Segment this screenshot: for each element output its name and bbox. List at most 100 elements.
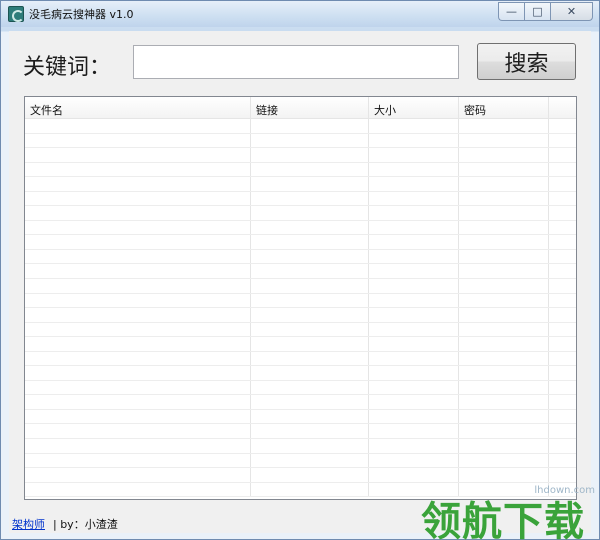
caption-buttons: — □ ✕ [498, 2, 593, 21]
window-title: 没毛病云搜神器 v1.0 [29, 8, 134, 21]
empty-list-row [25, 293, 576, 309]
empty-list-cell [459, 133, 549, 148]
architect-link[interactable]: 架构师 [12, 516, 45, 532]
empty-list-cell [459, 264, 549, 279]
empty-list-cell [459, 366, 549, 380]
empty-list-cell [369, 322, 459, 337]
empty-list-cell [369, 264, 459, 279]
empty-list-cell [369, 395, 459, 409]
empty-list-cell [25, 322, 251, 337]
column-header-size[interactable]: 大小 [369, 97, 459, 119]
minimize-button[interactable]: — [498, 2, 524, 21]
empty-list-cell [25, 308, 251, 322]
empty-list-cell [251, 424, 369, 439]
empty-list-row [25, 249, 576, 265]
empty-list-cell [25, 206, 251, 220]
empty-list-cell [251, 468, 369, 482]
empty-list-cell [459, 249, 549, 264]
empty-list-cell [459, 468, 549, 482]
empty-list-cell [459, 409, 549, 424]
empty-list-cell [549, 323, 576, 337]
empty-list-cell [369, 380, 459, 395]
empty-list-cell [459, 206, 549, 220]
column-header-password[interactable]: 密码 [459, 97, 549, 119]
empty-list-cell [251, 206, 369, 220]
column-header-filename[interactable]: 文件名 [25, 97, 251, 119]
empty-list-cell [549, 410, 576, 424]
empty-list-cell [25, 177, 251, 191]
client-area: 关键词： 搜索 文件名 链接 大小 密码 架构师 | by：小渣渣 [9, 31, 591, 533]
empty-list-cell [369, 409, 459, 424]
empty-list-cell [459, 162, 549, 177]
empty-list-cell [459, 439, 549, 453]
maximize-button[interactable]: □ [524, 2, 550, 21]
empty-list-cell [251, 337, 369, 351]
results-header: 文件名 链接 大小 密码 [25, 97, 576, 119]
empty-list-cell [251, 279, 369, 293]
app-logo-icon[interactable] [8, 6, 24, 22]
empty-list-cell [549, 424, 576, 438]
empty-list-row [25, 366, 576, 381]
empty-list-cell [25, 249, 251, 264]
empty-list-cell [369, 439, 459, 453]
empty-list-cell [459, 424, 549, 439]
empty-list-cell [251, 235, 369, 249]
empty-list-cell [459, 308, 549, 322]
empty-list-cell [25, 395, 251, 409]
empty-list-cell [369, 249, 459, 264]
empty-list-cell [549, 221, 576, 235]
empty-list-row [25, 482, 576, 498]
keyword-input[interactable] [133, 45, 459, 79]
column-header-link[interactable]: 链接 [251, 97, 369, 119]
empty-list-cell [549, 454, 576, 468]
empty-list-cell [251, 119, 369, 133]
empty-list-cell [459, 322, 549, 337]
empty-list-cell [369, 308, 459, 322]
empty-list-row [25, 322, 576, 338]
empty-list-cell [549, 206, 576, 220]
empty-list-cell [251, 249, 369, 264]
empty-list-row [25, 395, 576, 410]
empty-list-cell [25, 119, 251, 133]
empty-list-cell [459, 279, 549, 293]
close-button[interactable]: ✕ [550, 2, 593, 21]
empty-list-cell [549, 366, 576, 380]
empty-list-row [25, 351, 576, 367]
empty-list-cell [25, 279, 251, 293]
empty-list-cell [369, 293, 459, 308]
empty-list-cell [25, 409, 251, 424]
empty-list-row [25, 279, 576, 294]
empty-list-cell [25, 380, 251, 395]
empty-list-cell [369, 235, 459, 249]
author-text: | by：小渣渣 [53, 518, 118, 531]
empty-list-cell [251, 395, 369, 409]
empty-list-cell [369, 351, 459, 366]
close-icon: ✕ [566, 5, 577, 18]
empty-list-cell [251, 380, 369, 395]
empty-list-cell [549, 483, 576, 497]
empty-list-cell [549, 119, 576, 133]
empty-list-cell [369, 148, 459, 162]
empty-list-cell [25, 468, 251, 482]
empty-list-cell [459, 351, 549, 366]
empty-list-cell [251, 148, 369, 162]
empty-list-row [25, 162, 576, 178]
empty-list-cell [459, 453, 549, 468]
empty-list-cell [369, 206, 459, 220]
empty-list-cell [369, 366, 459, 380]
search-button[interactable]: 搜索 [477, 43, 576, 80]
keyword-label: 关键词： [23, 55, 112, 80]
empty-list-cell [25, 162, 251, 177]
empty-list-cell [369, 337, 459, 351]
empty-list-cell [459, 235, 549, 249]
title-bar[interactable]: 没毛病云搜神器 v1.0 — □ ✕ [1, 1, 599, 27]
empty-list-cell [549, 134, 576, 148]
empty-list-cell [549, 439, 576, 453]
empty-list-row [25, 133, 576, 149]
empty-list-row [25, 308, 576, 323]
empty-list-row [25, 148, 576, 163]
results-list[interactable]: 文件名 链接 大小 密码 [24, 96, 577, 500]
empty-list-cell [369, 162, 459, 177]
empty-list-cell [25, 191, 251, 206]
empty-list-cell [369, 468, 459, 482]
